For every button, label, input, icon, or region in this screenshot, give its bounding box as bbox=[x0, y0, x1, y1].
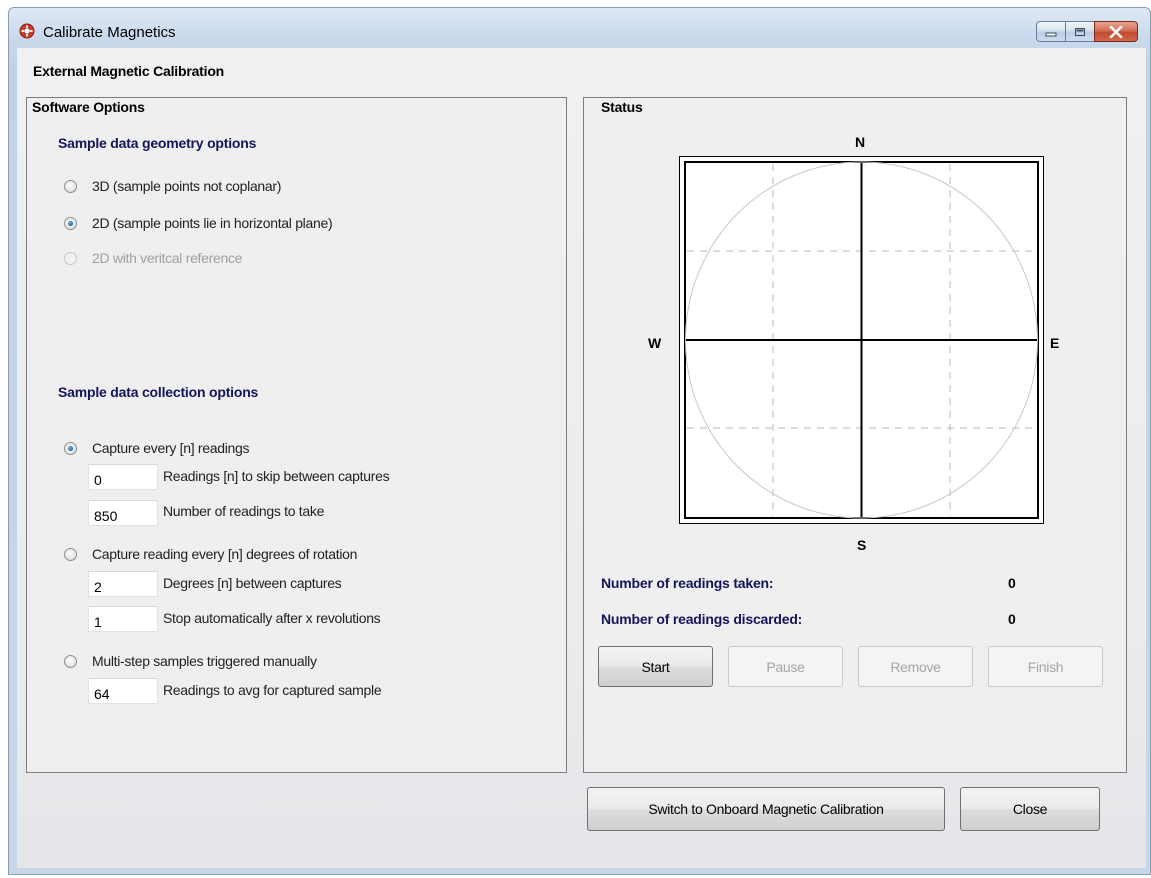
radio-button[interactable] bbox=[64, 179, 77, 193]
skip-readings-label: Readings [n] to skip between captures bbox=[163, 468, 390, 484]
status-title: Status bbox=[601, 99, 643, 115]
window-controls bbox=[1036, 21, 1138, 43]
skip-readings-input[interactable]: 0 bbox=[88, 464, 158, 490]
close-button[interactable]: Close bbox=[960, 787, 1100, 831]
avg-readings-input[interactable]: 64 bbox=[88, 678, 158, 704]
switch-onboard-calibration-button[interactable]: Switch to Onboard Magnetic Calibration bbox=[587, 787, 945, 831]
compass-south-label: S bbox=[857, 537, 867, 553]
minimize-icon bbox=[1045, 32, 1057, 36]
collection-section-title: Sample data collection options bbox=[58, 384, 259, 400]
avg-readings-label: Readings to avg for captured sample bbox=[163, 682, 382, 698]
readings-discarded-label: Number of readings discarded: bbox=[601, 611, 803, 627]
radio-button[interactable] bbox=[64, 216, 77, 230]
finish-button[interactable]: Finish bbox=[988, 646, 1103, 687]
readings-taken-value: 0 bbox=[1008, 575, 1016, 591]
degrees-input[interactable]: 2 bbox=[88, 571, 158, 597]
radio-3d-label: 3D (sample points not coplanar) bbox=[92, 178, 282, 194]
revolutions-label: Stop automatically after x revolutions bbox=[163, 610, 381, 626]
compass-east-label: E bbox=[1050, 335, 1060, 351]
capture-every-n-label: Capture every [n] readings bbox=[92, 440, 250, 456]
maximize-button[interactable] bbox=[1065, 21, 1095, 42]
page-title: External Magnetic Calibration bbox=[33, 63, 225, 79]
compass-west-label: W bbox=[648, 335, 662, 351]
radio-2d-vertical-label: 2D with veritcal reference bbox=[92, 250, 243, 266]
radio-2d-label: 2D (sample points lie in horizontal plan… bbox=[92, 215, 333, 231]
degrees-label: Degrees [n] between captures bbox=[163, 575, 342, 591]
pause-button[interactable]: Pause bbox=[728, 646, 843, 687]
revolutions-input[interactable]: 1 bbox=[88, 606, 158, 632]
geometry-section-title: Sample data geometry options bbox=[58, 135, 257, 151]
radio-2d-vertical[interactable]: 2D with veritcal reference bbox=[64, 250, 242, 266]
start-button[interactable]: Start bbox=[598, 646, 713, 687]
remove-button[interactable]: Remove bbox=[858, 646, 973, 687]
software-options-panel bbox=[26, 97, 567, 773]
radio-2d[interactable]: 2D (sample points lie in horizontal plan… bbox=[64, 215, 333, 231]
lifebuoy-icon bbox=[19, 23, 35, 39]
radio-button[interactable] bbox=[64, 654, 77, 668]
radio-capture-rotation[interactable]: Capture reading every [n] degrees of rot… bbox=[64, 546, 357, 562]
readings-count-label: Number of readings to take bbox=[163, 503, 325, 519]
readings-discarded-value: 0 bbox=[1008, 611, 1016, 627]
radio-capture-every-n[interactable]: Capture every [n] readings bbox=[64, 440, 249, 456]
title-bar[interactable]: Calibrate Magnetics bbox=[9, 8, 1150, 48]
compass-grid bbox=[684, 161, 1039, 519]
close-window-button[interactable] bbox=[1094, 21, 1138, 42]
radio-button[interactable] bbox=[64, 547, 77, 561]
compass-plot bbox=[679, 156, 1044, 524]
close-icon bbox=[1109, 25, 1123, 38]
minimize-button[interactable] bbox=[1036, 21, 1066, 42]
compass-north-label: N bbox=[855, 134, 866, 150]
radio-3d[interactable]: 3D (sample points not coplanar) bbox=[64, 178, 281, 194]
readings-count-input[interactable]: 850 bbox=[88, 500, 158, 526]
software-options-title: Software Options bbox=[32, 99, 145, 115]
maximize-icon bbox=[1075, 27, 1085, 36]
radio-button[interactable] bbox=[64, 251, 77, 265]
radio-multi-step[interactable]: Multi-step samples triggered manually bbox=[64, 653, 317, 669]
radio-button[interactable] bbox=[64, 441, 77, 455]
multi-step-label: Multi-step samples triggered manually bbox=[92, 653, 317, 669]
capture-rotation-label: Capture reading every [n] degrees of rot… bbox=[92, 546, 358, 562]
window-title: Calibrate Magnetics bbox=[43, 24, 176, 41]
readings-taken-label: Number of readings taken: bbox=[601, 575, 774, 591]
